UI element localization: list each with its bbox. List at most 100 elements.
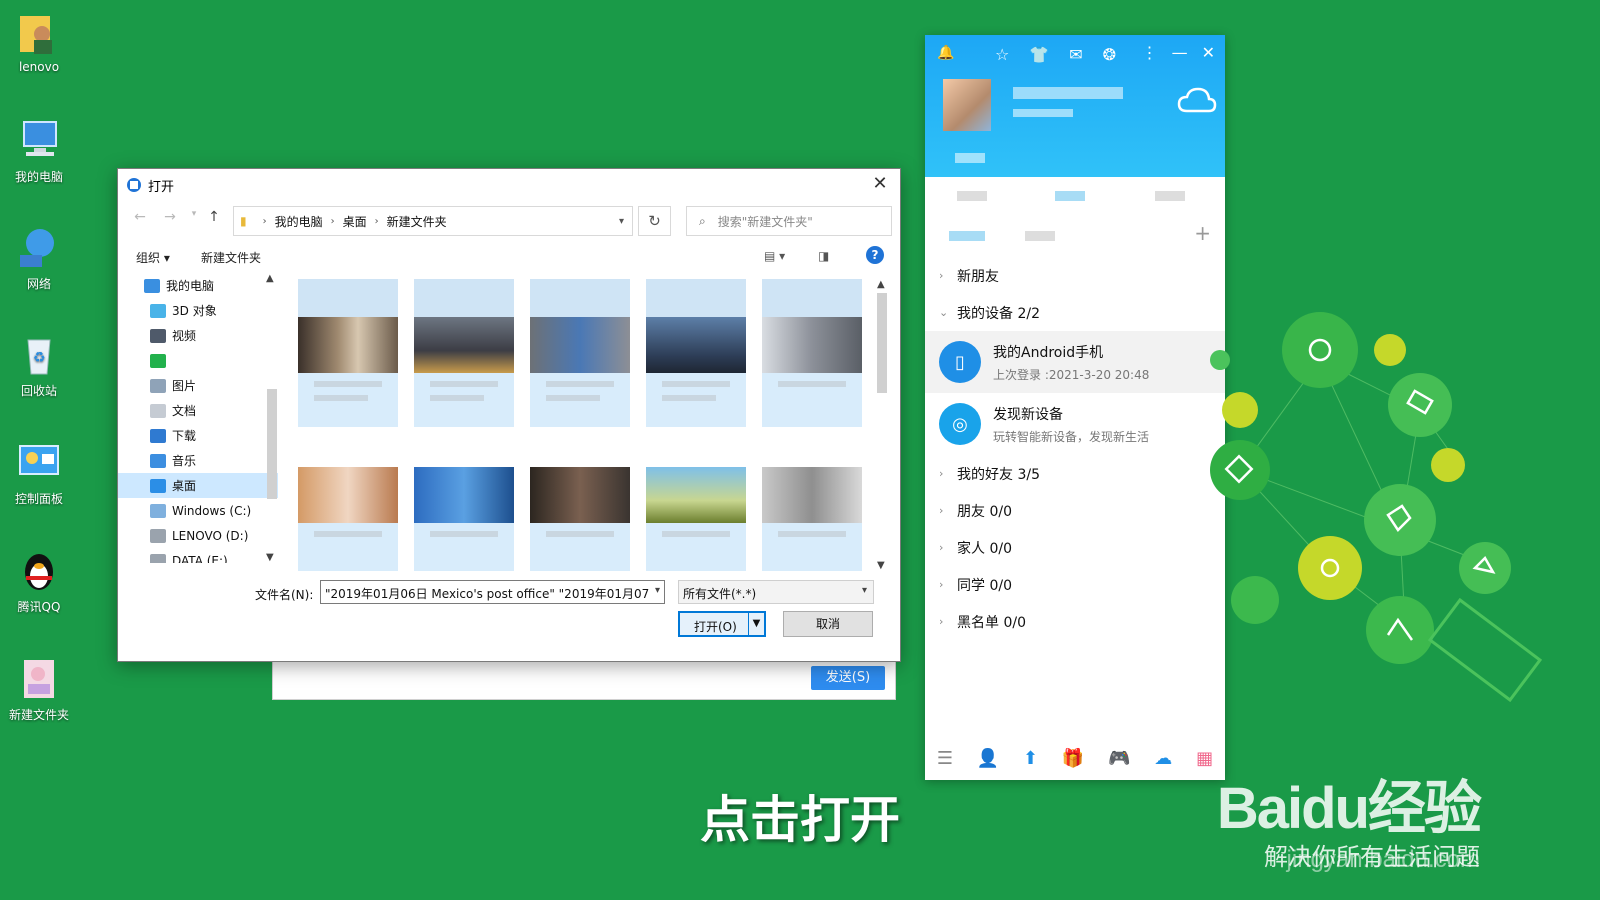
search-input[interactable]: ⌕ 搜索"新建文件夹" bbox=[686, 206, 892, 236]
new-folder-button[interactable]: 新建文件夹 bbox=[201, 249, 261, 266]
close-icon[interactable]: ✕ bbox=[868, 173, 892, 197]
close-icon[interactable]: ✕ bbox=[1202, 43, 1215, 62]
scroll-thumb[interactable] bbox=[267, 389, 277, 499]
recent-dropdown-icon[interactable]: ▾ bbox=[184, 209, 204, 229]
breadcrumb-item[interactable]: 桌面 bbox=[343, 213, 367, 230]
file-thumbnail[interactable] bbox=[762, 279, 862, 427]
mail-icon[interactable]: ✉ bbox=[1069, 45, 1082, 64]
game-icon[interactable]: 🎮 bbox=[1108, 748, 1130, 769]
file-thumbnail[interactable] bbox=[530, 279, 630, 427]
file-thumbnail[interactable] bbox=[414, 279, 514, 427]
star-icon[interactable]: ☆ bbox=[995, 45, 1009, 64]
file-thumbnail[interactable] bbox=[298, 467, 398, 571]
cloud-icon[interactable]: ☁ bbox=[1154, 748, 1172, 769]
file-thumbnail[interactable] bbox=[298, 279, 398, 427]
group-classmates[interactable]: › 同学 0/0 bbox=[925, 566, 1225, 603]
device-discover[interactable]: ◎ 发现新设备 玩转智能新设备，发现新生活 bbox=[925, 393, 1225, 455]
help-icon[interactable]: ? bbox=[866, 246, 884, 264]
tree-item-drive-d[interactable]: LENOVO (D:) bbox=[118, 523, 278, 548]
chevron-down-icon[interactable]: ▼ bbox=[877, 560, 885, 571]
group-new-friends[interactable]: › 新朋友 bbox=[925, 257, 1225, 294]
signature-blurred bbox=[1013, 109, 1073, 117]
group-my-devices[interactable]: ⌄ 我的设备 2/2 bbox=[925, 294, 1225, 331]
tree-item-videos[interactable]: 视频 bbox=[118, 323, 278, 348]
tree-scrollbar[interactable]: ▲ ▼ bbox=[263, 273, 279, 563]
send-button[interactable]: 发送(S) bbox=[811, 666, 885, 690]
file-thumbnail[interactable] bbox=[646, 279, 746, 427]
tree-item-downloads[interactable]: 下载 bbox=[118, 423, 278, 448]
tab-blurred[interactable] bbox=[1155, 191, 1185, 201]
group-label: 朋友 0/0 bbox=[957, 503, 1012, 520]
navigation-tree: 我的电脑 3D 对象 视频 图片 文档 下载 音乐 桌面 Windows (C:… bbox=[118, 273, 278, 563]
chevron-up-icon[interactable]: ▲ bbox=[877, 279, 885, 290]
cancel-button[interactable]: 取消 bbox=[783, 611, 873, 637]
tree-item-my-computer[interactable]: 我的电脑 bbox=[118, 273, 278, 298]
app-manager-icon[interactable]: ⬆ bbox=[1023, 748, 1038, 769]
tree-item-music[interactable]: 音乐 bbox=[118, 448, 278, 473]
desktop-icon-recycle-bin[interactable]: ♻ 回收站 bbox=[4, 332, 74, 399]
shirt-icon[interactable]: 👕 bbox=[1029, 45, 1049, 64]
tree-item-iqiyi[interactable] bbox=[118, 348, 278, 373]
tree-item-desktop[interactable]: 桌面 bbox=[118, 473, 278, 498]
forward-arrow-icon[interactable]: → bbox=[160, 209, 180, 229]
group-family[interactable]: › 家人 0/0 bbox=[925, 529, 1225, 566]
tree-label: 图片 bbox=[172, 379, 197, 393]
chevron-up-icon[interactable]: ▲ bbox=[266, 273, 274, 284]
cloud-icon[interactable] bbox=[1177, 85, 1217, 115]
filetype-select[interactable]: 所有文件(*.*) ▾ bbox=[678, 580, 874, 604]
chevron-down-icon[interactable]: ▼ bbox=[266, 552, 274, 563]
organize-menu[interactable]: 组织 ▾ bbox=[136, 249, 170, 266]
film-icon bbox=[150, 328, 166, 343]
desktop-icon-control-panel[interactable]: 控制面板 bbox=[4, 440, 74, 507]
back-arrow-icon[interactable]: ← bbox=[130, 209, 150, 229]
desktop-icon-lenovo[interactable]: lenovo bbox=[4, 10, 74, 74]
add-contact-icon[interactable]: 👤 bbox=[977, 748, 999, 769]
view-options-icon[interactable]: ▤ ▾ bbox=[764, 249, 785, 263]
desktop-icon-my-computer[interactable]: 我的电脑 bbox=[4, 118, 74, 185]
file-thumbnail[interactable] bbox=[762, 467, 862, 571]
open-button[interactable]: 打开(O) ▼ bbox=[678, 611, 766, 637]
main-menu-icon[interactable]: ☰ bbox=[937, 748, 953, 769]
subtab-blurred[interactable] bbox=[949, 231, 985, 241]
apps-grid-icon[interactable]: ▦ bbox=[1196, 748, 1213, 769]
file-thumbnail[interactable] bbox=[414, 467, 514, 571]
avatar[interactable] bbox=[943, 79, 991, 131]
tree-item-documents[interactable]: 文档 bbox=[118, 398, 278, 423]
file-thumbnail[interactable] bbox=[530, 467, 630, 571]
minimize-icon[interactable]: — bbox=[1172, 43, 1188, 62]
desktop-icon-network[interactable]: 网络 bbox=[4, 225, 74, 292]
device-android-phone[interactable]: ▯ 我的Android手机 上次登录 :2021-3-20 20:48 bbox=[925, 331, 1225, 393]
content-scrollbar[interactable]: ▲ ▼ bbox=[874, 279, 890, 571]
tree-item-3d[interactable]: 3D 对象 bbox=[118, 298, 278, 323]
tab-blurred[interactable] bbox=[1055, 191, 1085, 201]
tree-item-drive-c[interactable]: Windows (C:) bbox=[118, 498, 278, 523]
tree-item-drive-e[interactable]: DATA (E:) bbox=[118, 548, 278, 563]
group-blacklist[interactable]: › 黑名单 0/0 bbox=[925, 603, 1225, 640]
tree-label: 桌面 bbox=[172, 479, 197, 493]
open-options-dropdown-icon[interactable]: ▼ bbox=[748, 613, 764, 635]
group-friends[interactable]: › 朋友 0/0 bbox=[925, 492, 1225, 529]
tree-item-pictures[interactable]: 图片 bbox=[118, 373, 278, 398]
chevron-down-icon[interactable]: ▾ bbox=[655, 585, 660, 596]
group-my-friends[interactable]: › 我的好友 3/5 bbox=[925, 455, 1225, 492]
device-name: 发现新设备 bbox=[993, 406, 1063, 423]
subtab-blurred[interactable] bbox=[1025, 231, 1055, 241]
desktop-icon-qq[interactable]: 腾讯QQ bbox=[4, 548, 74, 615]
filename-input[interactable]: "2019年01月06日 Mexico's post office" "2019… bbox=[320, 580, 665, 604]
breadcrumb-item[interactable]: 新建文件夹 bbox=[387, 213, 447, 230]
preview-pane-icon[interactable]: ◨ bbox=[818, 249, 829, 263]
tab-blurred[interactable] bbox=[957, 191, 987, 201]
breadcrumb-item[interactable]: 我的电脑 bbox=[275, 213, 323, 230]
up-arrow-icon[interactable]: ↑ bbox=[204, 209, 224, 229]
more-icon[interactable]: ⋮ bbox=[1142, 43, 1158, 62]
file-thumbnail[interactable] bbox=[646, 467, 746, 571]
address-bar[interactable]: ▮ › 我的电脑 › 桌面 › 新建文件夹 ▾ bbox=[233, 206, 633, 236]
medal-icon[interactable]: ❂ bbox=[1103, 45, 1116, 64]
chevron-down-icon[interactable]: ▾ bbox=[619, 216, 624, 227]
desktop-icon-new-folder[interactable]: 新建文件夹 bbox=[4, 656, 74, 723]
refresh-icon[interactable]: ↻ bbox=[638, 206, 671, 236]
add-icon[interactable]: + bbox=[1194, 221, 1211, 245]
gift-icon[interactable]: 🎁 bbox=[1062, 748, 1084, 769]
bell-icon[interactable]: 🔔 bbox=[937, 45, 954, 61]
scroll-thumb[interactable] bbox=[877, 293, 887, 393]
